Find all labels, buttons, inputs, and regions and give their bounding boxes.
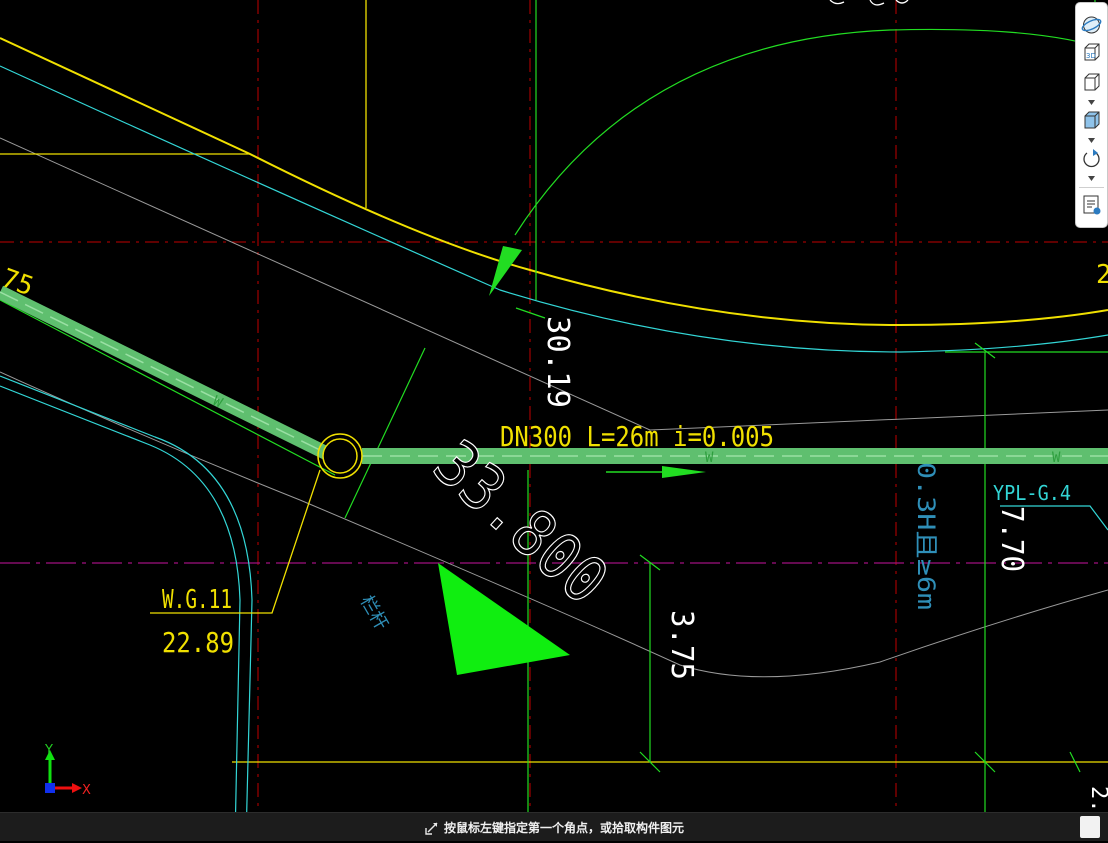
flow-direction-arrow (606, 466, 706, 478)
manhole-node[interactable] (317, 433, 363, 479)
cad-drawing-canvas[interactable]: DN300 L=26m i=0.005 W W W W.G.11 22.89 Y… (0, 0, 1108, 840)
manhole-id-label: W.G.11 (162, 585, 232, 615)
chevron-down-icon (1088, 138, 1095, 143)
ypl-elevation-label: 7.70 (994, 506, 1029, 572)
shaded-view-button[interactable] (1080, 109, 1103, 133)
pipe-symbol-2: W (705, 450, 714, 466)
pipe-symbol-3: W (1052, 450, 1061, 466)
rotate-icon (1083, 149, 1100, 168)
properties-button[interactable] (1080, 193, 1103, 217)
command-prompt-bar: 按鼠标左键指定第一个角点，或拾取构件图元 (0, 812, 1108, 841)
manhole-elevation-label: 22.89 (162, 626, 234, 659)
railing-note: 栏杆 (356, 592, 392, 634)
dimension-30-19: 30.19 (540, 316, 575, 408)
sewer-pipe-diagonal[interactable] (0, 285, 334, 462)
rotate-dropdown[interactable] (1087, 175, 1096, 182)
shaded-cube-icon (1084, 111, 1100, 129)
status-bar-toggle[interactable] (1080, 816, 1100, 838)
view-navigation-bar: 3D (1075, 2, 1108, 228)
chevron-down-icon (1088, 100, 1095, 105)
cube-view-button[interactable] (1080, 71, 1103, 95)
3d-view-icon: 3D (1084, 43, 1100, 61)
pipe-spec-label: DN300 L=26m i=0.005 (500, 420, 774, 453)
svg-text:3D: 3D (1086, 52, 1096, 60)
rotate-button[interactable] (1080, 147, 1103, 171)
command-prompt-text: 按鼠标左键指定第一个角点，或拾取构件图元 (444, 821, 685, 835)
properties-list-icon (1083, 195, 1101, 215)
nav-divider (1079, 187, 1104, 188)
ucs-axis-icon: Y X (44, 744, 91, 798)
ucs-x-label: X (82, 783, 91, 798)
dimension-3-75: 3.75 (664, 610, 699, 680)
select-corner-icon (425, 821, 439, 835)
chevron-down-icon (1088, 176, 1095, 181)
shaded-view-dropdown[interactable] (1087, 137, 1096, 144)
cube-view-dropdown[interactable] (1087, 99, 1096, 106)
orbit-icon (1081, 16, 1102, 34)
green-arc-arrowhead (489, 246, 522, 296)
orbit-button[interactable] (1080, 13, 1103, 37)
partial-label-right: 2 (1096, 260, 1108, 290)
3d-view-button[interactable]: 3D (1080, 41, 1103, 65)
ucs-y-label: Y (44, 744, 53, 758)
clearance-note: 0.3H且≥6m (912, 462, 940, 610)
ypl-id-label: YPL-G.4 (993, 481, 1071, 505)
cube-view-icon (1084, 73, 1100, 91)
